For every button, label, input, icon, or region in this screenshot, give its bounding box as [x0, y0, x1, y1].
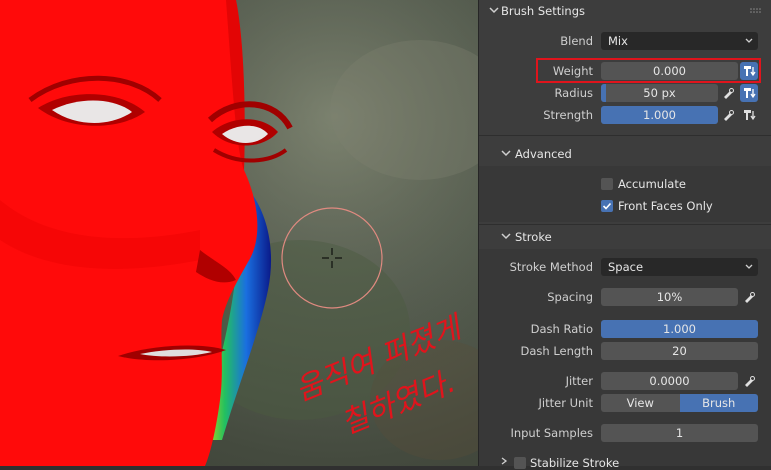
chevron-down-icon [745, 264, 753, 269]
dash-ratio-field[interactable]: 1.000 [601, 320, 758, 338]
jitter-unit-brush-button[interactable]: Brush [679, 394, 758, 412]
dash-length-field[interactable]: 20 [601, 342, 758, 360]
radius-slider[interactable]: 50 px [601, 84, 718, 102]
pressure-icon [744, 110, 756, 121]
pressure-icon [744, 66, 756, 77]
radius-fill [601, 84, 606, 102]
pen-icon [745, 376, 755, 387]
properties-panel: Brush Settings Blend Mix Weight 0.000 Ra… [478, 0, 771, 470]
blend-dropdown[interactable]: Mix [601, 32, 758, 50]
brush-settings-title: Brush Settings [501, 4, 586, 18]
advanced-body [479, 166, 771, 222]
input-samples-field[interactable]: 1 [601, 424, 758, 442]
input-samples-label: Input Samples [510, 426, 593, 440]
viewport-canvas: 움직여 퍼졌게 칠하였다. [0, 0, 478, 466]
blend-label: Blend [560, 34, 593, 48]
blend-value: Mix [608, 34, 628, 48]
stroke-method-dropdown[interactable]: Space [601, 258, 758, 276]
drag-handle-icon[interactable] [750, 8, 762, 14]
radius-pen-button[interactable] [719, 84, 737, 102]
strength-pen-button[interactable] [719, 106, 737, 124]
dash-ratio-label: Dash Ratio [530, 322, 593, 336]
dash-ratio-value: 1.000 [663, 322, 696, 336]
weight-value: 0.000 [653, 64, 686, 78]
stabilize-stroke-row[interactable]: Stabilize Stroke [479, 452, 771, 470]
pen-icon [745, 292, 755, 303]
weight-label: Weight [552, 64, 593, 78]
input-samples-value: 1 [675, 426, 684, 440]
jitter-pen-button[interactable] [740, 372, 758, 390]
radius-label: Radius [554, 86, 593, 100]
pen-icon [724, 88, 734, 99]
spacing-value: 10% [656, 290, 683, 304]
jitter-unit-view-button[interactable]: View [601, 394, 680, 412]
stabilize-stroke-label: Stabilize Stroke [530, 456, 620, 470]
radius-value: 50 px [643, 86, 676, 100]
spacing-label: Spacing [547, 290, 593, 304]
chevron-down-icon [745, 38, 753, 43]
stroke-method-label: Stroke Method [509, 260, 593, 274]
spacing-field[interactable]: 10% [601, 288, 738, 306]
weight-pressure-toggle[interactable] [740, 62, 758, 80]
pressure-icon [744, 88, 756, 99]
dash-length-label: Dash Length [520, 344, 593, 358]
checkmark-icon [602, 202, 612, 210]
radius-pressure-toggle[interactable] [740, 84, 758, 102]
chevron-down-icon [501, 233, 511, 240]
jitter-label: Jitter [565, 374, 593, 388]
stroke-title: Stroke [515, 230, 552, 244]
section-divider [479, 135, 771, 136]
pen-icon [724, 110, 734, 121]
stabilize-stroke-checkbox[interactable] [514, 457, 526, 469]
weight-field[interactable]: 0.000 [601, 62, 738, 80]
brush-settings-header[interactable]: Brush Settings [479, 0, 771, 22]
spacing-pen-button[interactable] [740, 288, 758, 306]
advanced-header[interactable]: Advanced [479, 143, 771, 165]
strength-value: 1.000 [643, 108, 676, 122]
chevron-down-icon [501, 150, 511, 157]
advanced-title: Advanced [515, 147, 572, 161]
section-divider [479, 224, 771, 225]
accumulate-label: Accumulate [618, 177, 686, 191]
front-faces-checkbox[interactable] [601, 200, 613, 212]
stroke-method-value: Space [608, 260, 644, 274]
dash-length-value: 20 [672, 344, 687, 358]
strength-pressure-toggle[interactable] [740, 106, 758, 124]
strength-label: Strength [543, 108, 593, 122]
chevron-right-icon [501, 457, 508, 465]
stroke-header[interactable]: Stroke [479, 226, 771, 248]
strength-slider[interactable]: 1.000 [601, 106, 718, 124]
jitter-field[interactable]: 0.0000 [601, 372, 738, 390]
3d-viewport[interactable]: 움직여 퍼졌게 칠하였다. [0, 0, 478, 466]
jitter-value: 0.0000 [649, 374, 690, 388]
accumulate-checkbox[interactable] [601, 178, 613, 190]
chevron-down-icon [489, 7, 499, 14]
front-faces-label: Front Faces Only [618, 199, 713, 213]
jitter-unit-label: Jitter Unit [538, 396, 593, 410]
jitter-unit-toggle: View Brush [601, 394, 758, 412]
